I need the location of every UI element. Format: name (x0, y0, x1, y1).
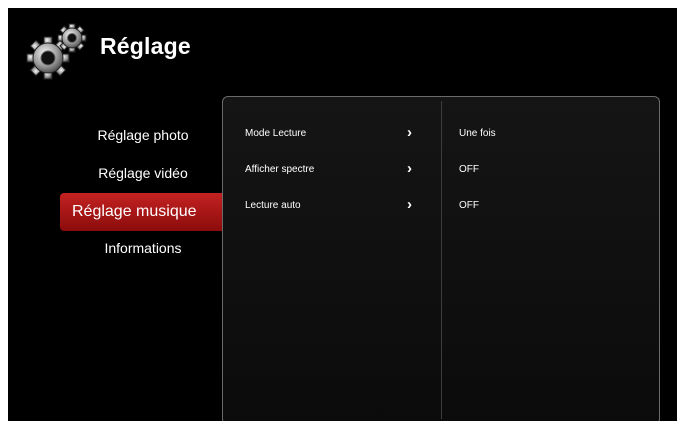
column-divider (441, 101, 442, 419)
setting-row-auto-play[interactable]: Lecture auto › OFF (223, 192, 659, 218)
sidebar-item-video-settings[interactable]: Réglage vidéo (58, 156, 228, 190)
sidebar-item-label: Réglage musique (72, 203, 197, 220)
chevron-right-icon[interactable]: › (407, 124, 412, 141)
setting-row-playback-mode[interactable]: Mode Lecture › Une fois (223, 120, 659, 146)
setting-label: Mode Lecture (245, 128, 307, 139)
setting-label: Afficher spectre (245, 164, 315, 175)
page-title: Réglage (100, 33, 191, 59)
sidebar-item-label: Réglage photo (97, 127, 189, 143)
settings-screen: Réglage Réglage photo Réglage vidéo Régl… (8, 8, 677, 421)
chevron-right-icon[interactable]: › (407, 196, 412, 213)
sidebar-item-label: Informations (104, 240, 182, 256)
setting-row-show-spectrum[interactable]: Afficher spectre › OFF (223, 156, 659, 182)
chevron-right-icon[interactable]: › (407, 160, 412, 177)
gears-icon (26, 23, 87, 80)
settings-panel: Mode Lecture › Une fois Afficher spectre… (222, 96, 660, 421)
setting-value: OFF (459, 200, 479, 211)
sidebar-item-music-settings[interactable]: Réglage musique (60, 193, 234, 231)
sidebar-item-label: Réglage vidéo (98, 165, 188, 181)
setting-value: OFF (459, 164, 479, 175)
sidebar-item-information[interactable]: Informations (58, 231, 228, 265)
setting-value: Une fois (459, 128, 496, 139)
sidebar-item-photo-settings[interactable]: Réglage photo (58, 118, 228, 152)
setting-label: Lecture auto (245, 200, 301, 211)
